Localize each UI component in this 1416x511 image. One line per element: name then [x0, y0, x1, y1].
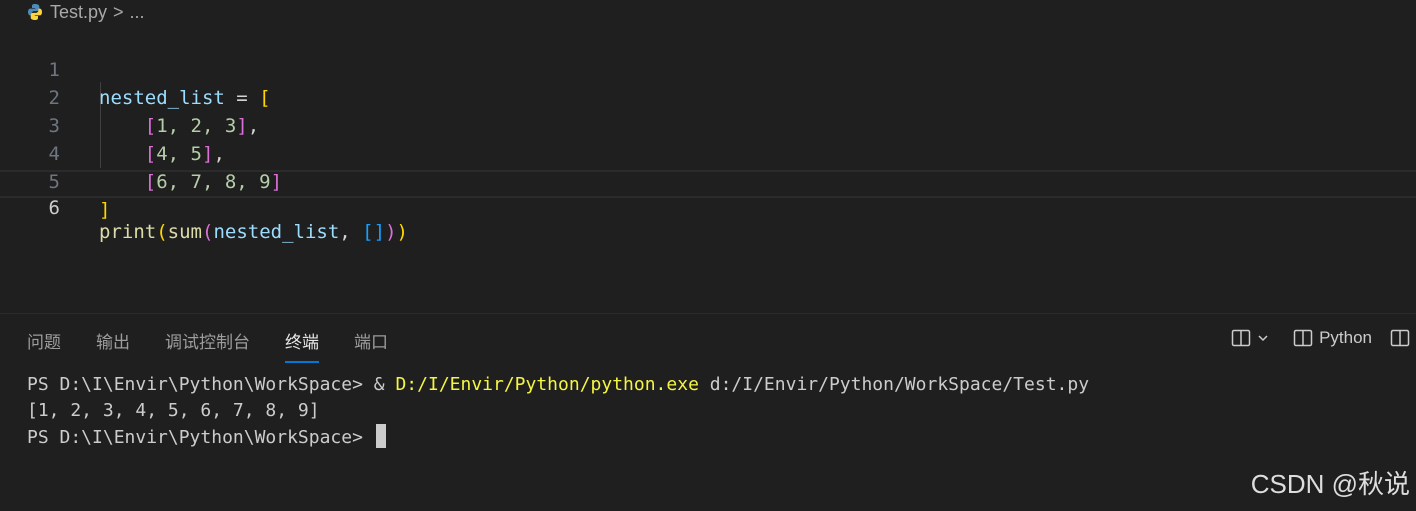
split-terminal-button[interactable]: [1231, 329, 1269, 347]
bracket-token: ): [396, 221, 408, 243]
panel-toolbar: Python: [1231, 328, 1410, 348]
split-terminal-icon: [1231, 329, 1251, 347]
bracket-token: ]: [99, 199, 111, 221]
chevron-down-icon[interactable]: [1257, 332, 1269, 344]
bracket-token: ): [385, 221, 397, 243]
bottom-panel: 问题 输出 调试控制台 终端 端口 Python PS D:\I\Envir\P…: [0, 313, 1416, 511]
terminal-profile-label: Python: [1319, 328, 1372, 347]
breadcrumb-file[interactable]: Test.py: [50, 2, 107, 23]
breadcrumb-separator: >: [113, 1, 124, 22]
tab-problems[interactable]: 问题: [27, 328, 61, 363]
tab-output[interactable]: 输出: [96, 328, 130, 363]
code-line-4: 4 [6, 7, 8, 9]: [0, 112, 1416, 193]
terminal-output[interactable]: PS D:\I\Envir\Python\WorkSpace> & D:/I/E…: [27, 372, 1089, 451]
code-line-2: 2 [1, 2, 3],: [0, 56, 1416, 137]
watermark: CSDN @秋说: [1250, 469, 1410, 499]
terminal-operator: &: [373, 374, 396, 395]
code-line-5: 5 ]: [0, 140, 1416, 221]
code-line-1: 1 nested_list = [: [0, 28, 1416, 109]
function-token: sum: [167, 221, 202, 243]
line-number: 6: [48, 197, 60, 219]
tab-terminal[interactable]: 终端: [285, 328, 319, 363]
tab-debug-console[interactable]: 调试控制台: [165, 328, 250, 363]
bracket-token: [: [362, 221, 374, 243]
breadcrumb: Test.py > ...: [26, 0, 145, 24]
function-token: print: [99, 221, 157, 243]
terminal-profile-button[interactable]: Python: [1293, 328, 1372, 348]
code-line-3: 3 [4, 5],: [0, 84, 1416, 165]
bracket-token: ]: [373, 221, 386, 243]
terminal-result: [1, 2, 3, 4, 5, 6, 7, 8, 9]: [27, 400, 320, 421]
tab-ports[interactable]: 端口: [354, 328, 388, 363]
layout-icon[interactable]: [1390, 329, 1410, 347]
bracket-token: (: [201, 221, 214, 243]
terminal-argument: d:/I/Envir/Python/WorkSpace/Test.py: [698, 374, 1090, 395]
breadcrumb-more[interactable]: ...: [130, 2, 145, 23]
code-line-6: 6 print(sum(nested_list, [])): [0, 170, 1416, 243]
terminal-prompt: PS D:\I\Envir\Python\WorkSpace>: [27, 374, 374, 395]
terminal-icon: [1293, 329, 1313, 347]
panel-tabs: 问题 输出 调试控制台 终端 端口: [27, 328, 423, 363]
terminal-cursor: [375, 424, 386, 448]
code-editor[interactable]: 1 nested_list = [ 2 [1, 2, 3], 3 [4, 5],…: [0, 28, 1416, 313]
variable-token: nested_list: [213, 221, 340, 243]
bracket-token: (: [156, 221, 168, 243]
terminal-prompt: PS D:\I\Envir\Python\WorkSpace>: [27, 427, 374, 448]
comma-token: ,: [339, 221, 363, 243]
python-icon: [28, 4, 42, 20]
terminal-executable: D:/I/Envir/Python/python.exe: [395, 374, 699, 395]
